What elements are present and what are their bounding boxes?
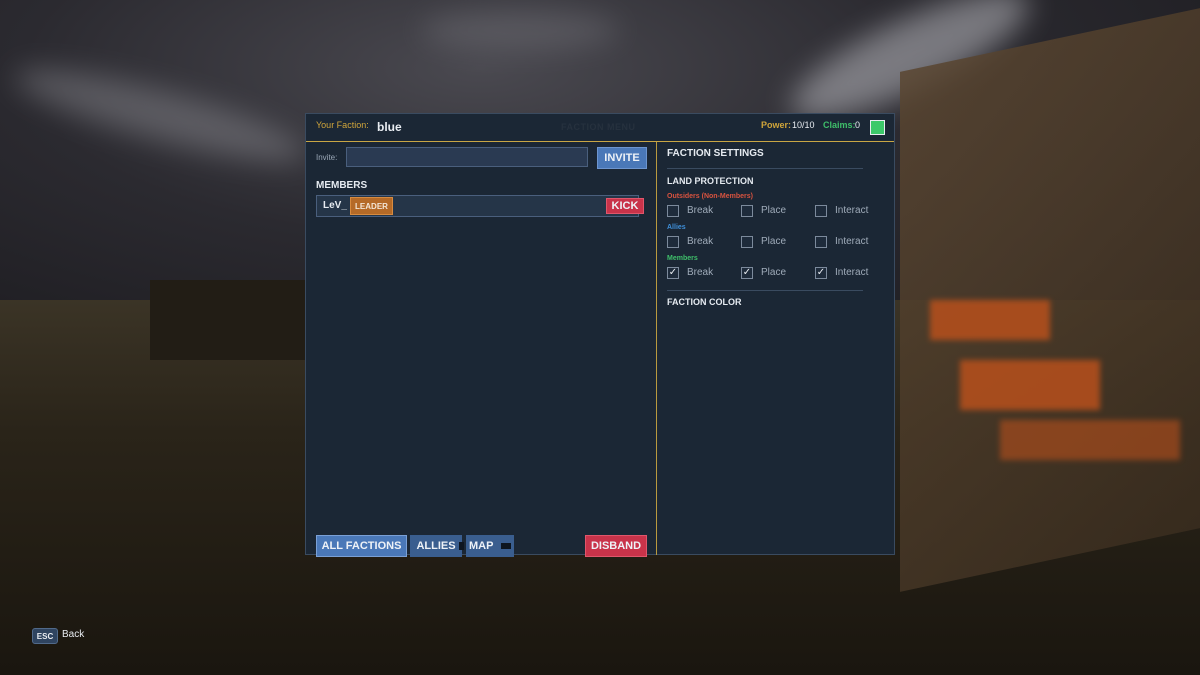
members-break-label: Break (687, 267, 714, 278)
invite-input[interactable] (346, 147, 588, 167)
lava-patch (1000, 420, 1180, 460)
faction-color-title: FACTION COLOR (667, 297, 742, 307)
claims-label: Claims: (823, 120, 856, 130)
lava-patch (930, 300, 1050, 340)
faction-color-swatch (870, 120, 885, 135)
group-label-allies: Allies (667, 224, 686, 231)
invite-button[interactable]: INVITE (597, 147, 647, 169)
dirt-block (150, 280, 310, 360)
member-row: LeV_ LEADER KICK (316, 195, 644, 217)
outsiders-place-label: Place (761, 205, 787, 216)
members-place-checkbox[interactable]: ✓ (741, 267, 753, 279)
allies-break-label: Break (687, 236, 714, 247)
esc-key-icon: ESC (32, 628, 58, 644)
members-place-label: Place (761, 267, 787, 278)
invite-label: Invite: (316, 153, 338, 162)
panel-header: Your Faction: blue FACTION MENU Power: 1… (306, 114, 894, 142)
cloud (420, 10, 620, 50)
menu-title: FACTION MENU (561, 122, 636, 132)
allies-break-checkbox[interactable] (667, 236, 679, 248)
power-value: 10/10 (792, 120, 815, 130)
outsiders-interact-checkbox[interactable] (815, 205, 827, 217)
allies-button[interactable]: ALLIES (410, 535, 462, 557)
button-separator (501, 543, 511, 549)
faction-name: blue (377, 120, 402, 134)
faction-menu-panel: Your Faction: blue FACTION MENU Power: 1… (305, 113, 895, 557)
members-interact-label: Interact (835, 267, 869, 278)
power-label: Power: (761, 120, 792, 130)
allies-place-label: Place (761, 236, 787, 247)
divider-line (667, 290, 863, 291)
column-divider (656, 142, 657, 555)
members-heading: MEMBERS (316, 180, 368, 191)
role-badge: LEADER (350, 197, 393, 215)
member-name: LeV_ (323, 200, 347, 211)
lava-patch (960, 360, 1100, 410)
faction-label: Your Faction: (316, 120, 369, 130)
divider-line (667, 168, 863, 169)
land-protection-title: LAND PROTECTION (667, 176, 754, 186)
group-label-outsiders: Outsiders (Non-Members) (667, 193, 753, 200)
button-separator (459, 542, 464, 550)
members-interact-checkbox[interactable]: ✓ (815, 267, 827, 279)
allies-interact-checkbox[interactable] (815, 236, 827, 248)
members-break-checkbox[interactable]: ✓ (667, 267, 679, 279)
outsiders-break-label: Break (687, 205, 714, 216)
back-label[interactable]: Back (62, 629, 84, 640)
group-label-members: Members (667, 255, 698, 262)
allies-interact-label: Interact (835, 236, 869, 247)
allies-place-checkbox[interactable] (741, 236, 753, 248)
outsiders-interact-label: Interact (835, 205, 869, 216)
faction-settings-title: FACTION SETTINGS (667, 148, 764, 159)
outsiders-place-checkbox[interactable] (741, 205, 753, 217)
kick-button[interactable]: KICK (606, 198, 644, 214)
claims-value: 0 (855, 120, 861, 130)
all-factions-button[interactable]: ALL FACTIONS (316, 535, 407, 557)
disband-button[interactable]: DISBAND (585, 535, 647, 557)
outsiders-break-checkbox[interactable] (667, 205, 679, 217)
